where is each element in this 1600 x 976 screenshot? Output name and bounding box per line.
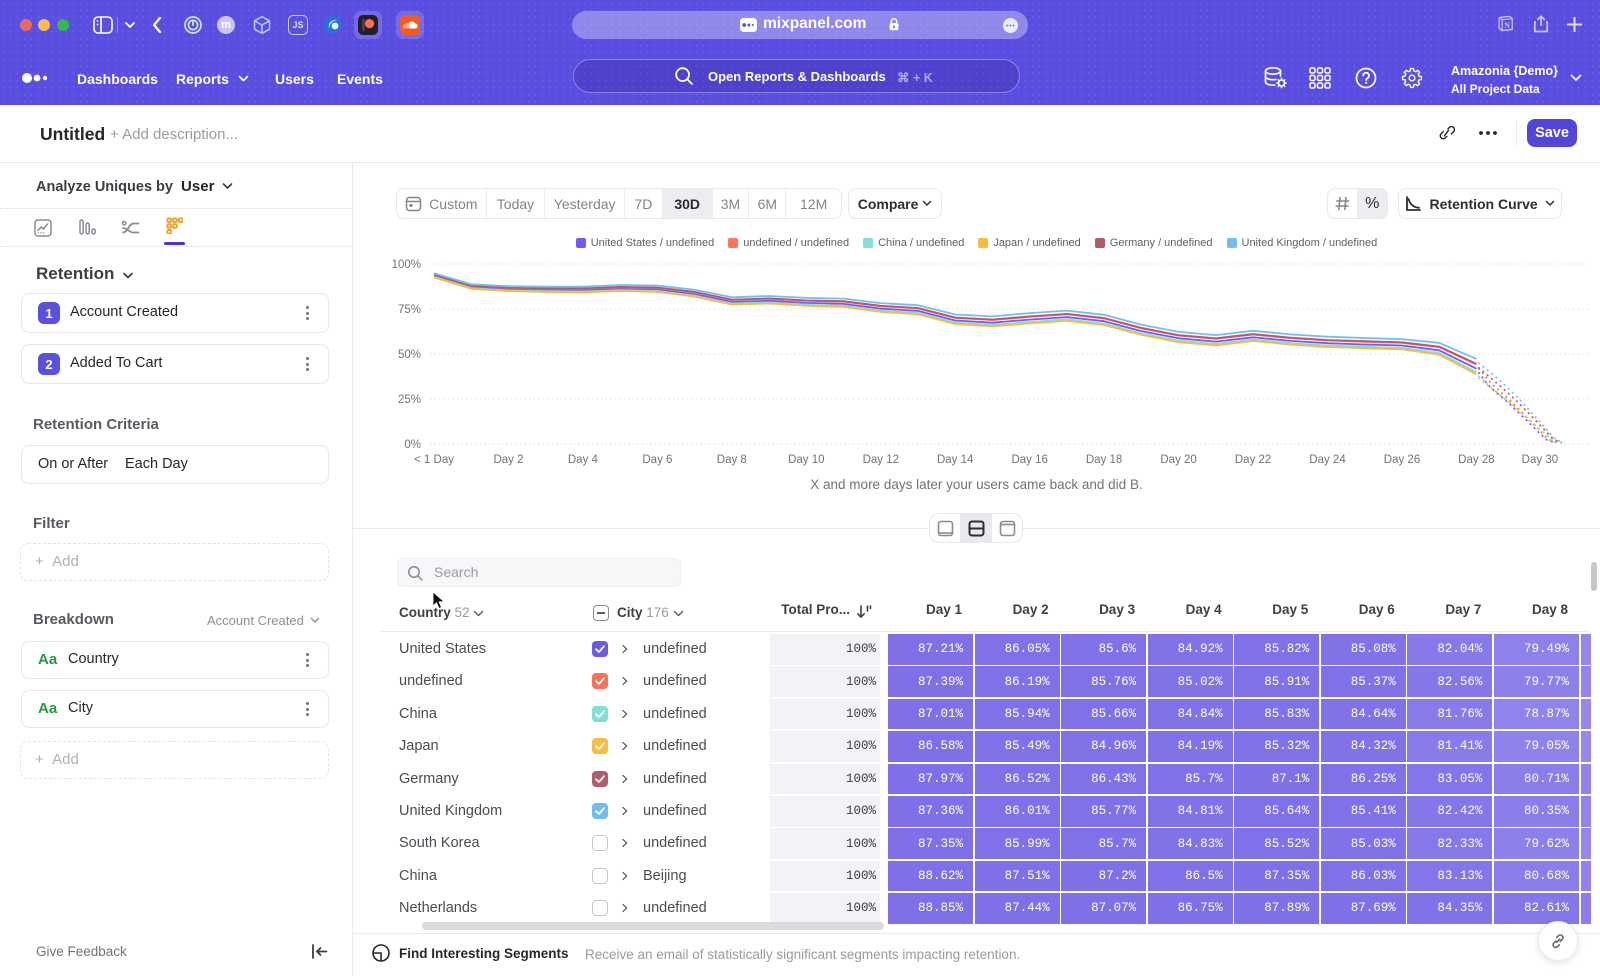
svg-text:N: N: [1504, 21, 1510, 30]
svg-text:Day 14: Day 14: [937, 454, 974, 466]
svg-text:Day 16: Day 16: [1011, 454, 1047, 466]
svg-text:Day 10: Day 10: [788, 454, 824, 466]
svg-text:25%: 25%: [398, 394, 421, 406]
svg-text:Day 6: Day 6: [642, 454, 672, 466]
svg-text:Day 20: Day 20: [1160, 454, 1196, 466]
svg-text:100%: 100%: [392, 259, 421, 271]
svg-text:Day 30: Day 30: [1522, 454, 1558, 466]
svg-text:Day 8: Day 8: [717, 454, 747, 466]
svg-text:50%: 50%: [398, 349, 421, 361]
svg-text:Day 24: Day 24: [1309, 454, 1346, 466]
svg-text:Day 26: Day 26: [1384, 454, 1420, 466]
svg-text:< 1 Day: < 1 Day: [414, 454, 454, 466]
svg-text:Day 2: Day 2: [493, 454, 523, 466]
svg-text:Day 4: Day 4: [568, 454, 599, 466]
svg-text:Day 22: Day 22: [1235, 454, 1271, 466]
svg-text:0%: 0%: [404, 439, 421, 451]
svg-text:Day 12: Day 12: [863, 454, 899, 466]
svg-text:Day 18: Day 18: [1086, 454, 1122, 466]
svg-text:Day 28: Day 28: [1458, 454, 1494, 466]
svg-text:75%: 75%: [398, 304, 421, 316]
